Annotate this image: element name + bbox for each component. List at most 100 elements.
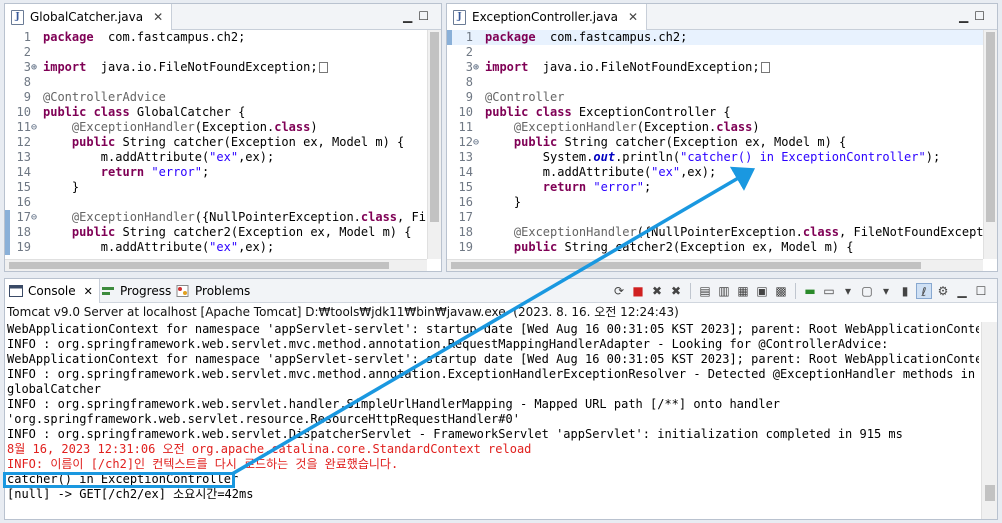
code-line[interactable]: 2 bbox=[447, 45, 983, 60]
editor-exceptioncontroller[interactable]: J ExceptionController.java ✕ ▁☐ 1 package… bbox=[446, 3, 998, 272]
code-line[interactable]: 16 bbox=[5, 195, 427, 210]
code-line[interactable]: 15 return "error"; bbox=[447, 180, 983, 195]
show-stdout-icon[interactable]: ▣ bbox=[754, 283, 770, 299]
line-number: 15 bbox=[458, 180, 473, 194]
scroll-thumb[interactable] bbox=[986, 32, 995, 222]
minimize-icon[interactable]: ▁ bbox=[959, 9, 974, 23]
fold-icon[interactable]: ⊖ bbox=[473, 135, 483, 150]
word-wrap-icon[interactable]: ▦ bbox=[735, 283, 751, 299]
chevron-down-icon[interactable]: ▾ bbox=[878, 283, 894, 299]
maximize-icon[interactable]: ☐ bbox=[974, 9, 991, 23]
tab-progress[interactable]: Progress bbox=[101, 279, 171, 303]
view-menu-icon[interactable]: ▮ bbox=[897, 283, 913, 299]
code-line[interactable]: 14 m.addAttribute("ex",ex); bbox=[447, 165, 983, 180]
tab-exceptioncontroller[interactable]: J ExceptionController.java ✕ bbox=[447, 4, 648, 30]
horizontal-scrollbar[interactable] bbox=[447, 259, 983, 271]
code-line[interactable]: 11 @ExceptionHandler(Exception.class) bbox=[447, 120, 983, 135]
show-stderr-icon[interactable]: ▩ bbox=[773, 283, 789, 299]
code-line[interactable]: 17 bbox=[447, 210, 983, 225]
editor-globalcatcher[interactable]: J GlobalCatcher.java ✕ ▁☐ 1 package com.f… bbox=[4, 3, 442, 272]
remove-launch-icon[interactable]: ✖ bbox=[649, 283, 665, 299]
code-line[interactable]: 12 public String catcher(Exception ex, M… bbox=[5, 135, 427, 150]
tab-globalcatcher[interactable]: J GlobalCatcher.java ✕ bbox=[5, 4, 173, 30]
code-line[interactable]: 18 public String catcher2(Exception ex, … bbox=[5, 225, 427, 240]
code-line[interactable]: 9 @Controller bbox=[447, 90, 983, 105]
line-number: 10 bbox=[458, 105, 473, 119]
console-view[interactable]: Console ✕ Progress Problems ⟳ ■ ✖ ✖ ▤ ▥ … bbox=[4, 278, 998, 520]
code-line[interactable]: 3 ⊕ import java.io.FileNotFoundException; bbox=[447, 60, 983, 75]
code-line[interactable]: 12 ⊖ public String catcher(Exception ex, … bbox=[447, 135, 983, 150]
console-line: WebApplicationContext for namespace 'app… bbox=[7, 322, 979, 336]
code-area[interactable]: 1 package com.fastcampus.ch2; 2 3 ⊕ import ja… bbox=[5, 30, 427, 259]
gear-icon[interactable]: ⚙ bbox=[935, 283, 951, 299]
tab-problems[interactable]: Problems bbox=[176, 279, 250, 303]
collapsed-imports-icon[interactable] bbox=[760, 62, 770, 73]
code-text: @ExceptionHandler(Exception.class) bbox=[513, 120, 760, 134]
code-line[interactable]: 1 package com.fastcampus.ch2; bbox=[447, 30, 983, 45]
scroll-thumb[interactable] bbox=[9, 262, 389, 269]
code-area[interactable]: 1 package com.fastcampus.ch2; 2 3 ⊕ import ja… bbox=[447, 30, 983, 259]
collapsed-imports-icon[interactable] bbox=[318, 62, 328, 73]
line-number: 10 bbox=[16, 105, 31, 119]
vertical-scrollbar[interactable] bbox=[981, 322, 997, 519]
remove-all-icon[interactable]: ✖ bbox=[668, 283, 684, 299]
pin-console-icon[interactable]: ▬ bbox=[802, 283, 818, 299]
code-line[interactable]: 11 ⊖ @ExceptionHandler(Exception.class) bbox=[5, 120, 427, 135]
debug-icon[interactable]: ⟳ bbox=[611, 283, 627, 299]
minimize-icon[interactable]: ▁ bbox=[403, 9, 418, 23]
line-number: 11 bbox=[16, 120, 31, 134]
vertical-scrollbar[interactable] bbox=[983, 30, 997, 259]
console-tabbar: Console ✕ Progress Problems ⟳ ■ ✖ ✖ ▤ ▥ … bbox=[5, 279, 997, 303]
code-line[interactable]: 13 System.out.println("catcher() in Exce… bbox=[447, 150, 983, 165]
code-line[interactable]: 14 return "error"; bbox=[5, 165, 427, 180]
code-line[interactable]: 15 } bbox=[5, 180, 427, 195]
code-line[interactable]: 19 public String catcher2(Exception ex, … bbox=[447, 240, 983, 255]
code-line[interactable]: 3 ⊕ import java.io.FileNotFoundException; bbox=[5, 60, 427, 75]
code-text: @ControllerAdvice bbox=[43, 90, 166, 104]
scroll-lock-icon[interactable]: ▥ bbox=[716, 283, 732, 299]
console-output[interactable]: WebApplicationContext for namespace 'app… bbox=[7, 322, 979, 519]
minimize-icon[interactable]: ▁ bbox=[954, 283, 970, 299]
line-number: 1 bbox=[23, 30, 31, 44]
tab-console[interactable]: Console ✕ bbox=[5, 279, 100, 303]
clear-console-icon[interactable]: ▤ bbox=[697, 283, 713, 299]
code-line[interactable]: 10 public class ExceptionController { bbox=[447, 105, 983, 120]
toolbar-separator bbox=[690, 283, 691, 299]
editor-tabbar: J GlobalCatcher.java ✕ ▁☐ bbox=[5, 4, 441, 30]
maximize-icon[interactable]: ☐ bbox=[973, 283, 989, 299]
horizontal-scrollbar[interactable] bbox=[5, 259, 427, 271]
code-line[interactable]: 9 @ControllerAdvice bbox=[5, 90, 427, 105]
scroll-thumb[interactable] bbox=[430, 32, 439, 222]
terminate-icon[interactable]: ■ bbox=[630, 283, 646, 299]
code-line[interactable]: 8 bbox=[5, 75, 427, 90]
code-line[interactable]: 1 package com.fastcampus.ch2; bbox=[5, 30, 427, 45]
maximize-icon[interactable]: ☐ bbox=[418, 9, 435, 23]
code-line[interactable]: 19 m.addAttribute("ex",ex); bbox=[5, 240, 427, 255]
link-icon[interactable]: ℓ bbox=[916, 283, 932, 299]
close-icon[interactable]: ✕ bbox=[84, 285, 93, 298]
line-number: 17 bbox=[16, 210, 31, 224]
code-line[interactable]: 17 ⊖ @ExceptionHandler({NullPointerExcept… bbox=[5, 210, 427, 225]
fold-icon[interactable]: ⊖ bbox=[31, 210, 41, 225]
close-icon[interactable]: ✕ bbox=[153, 10, 163, 24]
code-text: import java.io.FileNotFoundException; bbox=[43, 60, 328, 75]
scroll-thumb[interactable] bbox=[451, 262, 921, 269]
code-line[interactable]: 8 bbox=[447, 75, 983, 90]
code-line[interactable]: 18 @ExceptionHandler({NullPointerExcepti… bbox=[447, 225, 983, 240]
line-number: 13 bbox=[458, 150, 473, 164]
vertical-scrollbar[interactable] bbox=[427, 30, 441, 259]
open-console-icon[interactable]: ▢ bbox=[859, 283, 875, 299]
display-console-icon[interactable]: ▭ bbox=[821, 283, 837, 299]
code-line[interactable]: 13 m.addAttribute("ex",ex); bbox=[5, 150, 427, 165]
close-icon[interactable]: ✕ bbox=[628, 10, 638, 24]
chevron-down-icon[interactable]: ▾ bbox=[840, 283, 856, 299]
java-file-icon: J bbox=[11, 9, 24, 25]
scroll-thumb[interactable] bbox=[985, 485, 995, 501]
fold-icon[interactable]: ⊖ bbox=[31, 120, 41, 135]
code-line[interactable]: 10 public class GlobalCatcher { bbox=[5, 105, 427, 120]
code-line[interactable]: 16 } bbox=[447, 195, 983, 210]
code-line[interactable]: 2 bbox=[5, 45, 427, 60]
line-number: 8 bbox=[23, 75, 31, 89]
fold-icon[interactable]: ⊕ bbox=[31, 60, 41, 75]
fold-icon[interactable]: ⊕ bbox=[473, 60, 483, 75]
